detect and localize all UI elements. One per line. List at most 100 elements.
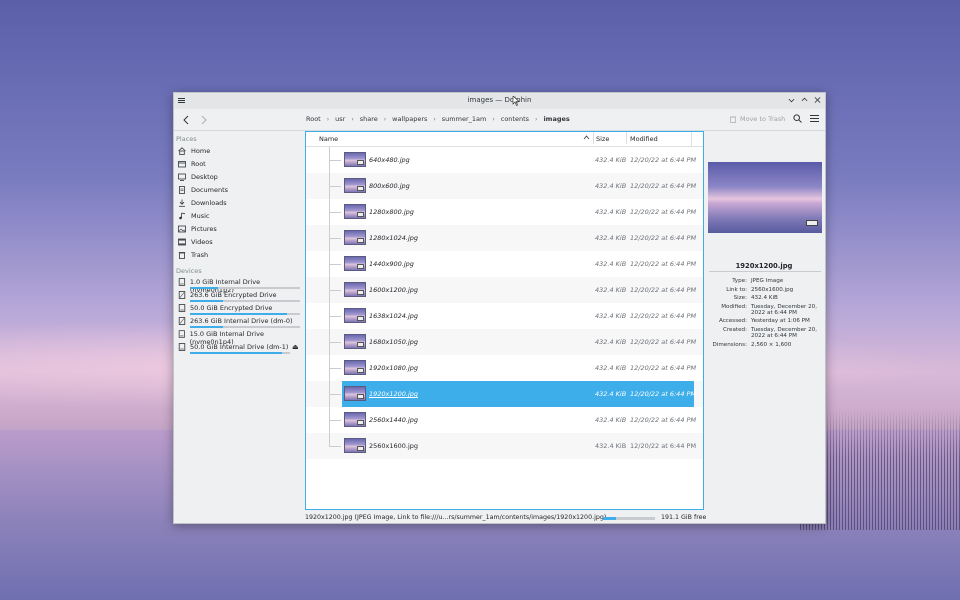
preview-image [708, 162, 822, 233]
column-divider [691, 132, 692, 147]
table-row[interactable]: 800x600.jpg 432.4 KiB 12/20/22 at 6:44 PM [306, 173, 703, 199]
table-row[interactable]: 2560x1600.jpg 432.4 KiB 12/20/22 at 6:44 P… [306, 433, 703, 459]
device-item[interactable]: 50.0 GiB Internal Drive (dm-1) ⏏ [174, 341, 304, 354]
file-modified: 12/20/22 at 6:44 PM [630, 390, 697, 398]
file-name: 1280x1024.jpg [369, 234, 419, 242]
device-label: 50.0 GiB Encrypted Drive [190, 304, 273, 312]
info-key: Modified: [721, 303, 747, 310]
file-view[interactable]: Name Size Modified 640x480.jpg 432.4 KiB 1… [305, 131, 704, 510]
place-videos[interactable]: Videos [174, 235, 304, 248]
pictures-icon [178, 225, 186, 232]
image-thumbnail-icon [344, 282, 366, 297]
image-thumbnail-icon [344, 334, 366, 349]
table-row[interactable]: 1920x1080.jpg 432.4 KiB 12/20/22 at 6:44 P… [306, 355, 703, 381]
breadcrumb-wallpapers[interactable]: wallpapers [392, 115, 427, 123]
info-key: Created: [722, 326, 747, 333]
place-desktop[interactable]: Desktop [174, 170, 304, 183]
table-row[interactable]: 640x480.jpg 432.4 KiB 12/20/22 at 6:44 PM [306, 147, 703, 173]
table-row[interactable]: 1280x800.jpg 432.4 KiB 12/20/22 at 6:44 PM [306, 199, 703, 225]
image-thumbnail-icon [344, 360, 366, 375]
back-icon[interactable] [182, 115, 192, 125]
forward-icon[interactable] [199, 115, 209, 125]
breadcrumb-usr[interactable]: usr [335, 115, 345, 123]
table-row[interactable]: 1680x1050.jpg 432.4 KiB 12/20/22 at 6:44 P… [306, 329, 703, 355]
image-thumbnail-icon [344, 230, 366, 245]
file-modified: 12/20/22 at 6:44 PM [630, 364, 697, 372]
tree-line [329, 316, 341, 317]
place-pictures[interactable]: Pictures [174, 222, 304, 235]
place-root[interactable]: Root [174, 157, 304, 170]
home-icon [178, 146, 186, 155]
info-value: Tuesday, December 20, 2022 at 6:44 PM [751, 326, 817, 339]
table-row[interactable]: 1638x1024.jpg 432.4 KiB 12/20/22 at 6:44 P… [306, 303, 703, 329]
tree-line [329, 433, 330, 446]
file-size: 432.4 KiB [595, 156, 627, 164]
device-item[interactable]: 263.6 GiB Internal Drive (dm-0) [174, 315, 304, 328]
tree-line [329, 394, 341, 395]
place-music[interactable]: Music [174, 209, 304, 222]
status-text: 1920x1200.jpg (JPEG Image, Link to file:… [305, 514, 607, 521]
encrypted-drive-icon [178, 317, 186, 325]
maximize-icon[interactable] [801, 96, 808, 104]
breadcrumb-summer[interactable]: summer_1am [442, 115, 487, 123]
breadcrumb-images[interactable]: images [543, 115, 569, 123]
file-name: 1600x1200.jpg [369, 286, 419, 294]
window-title: images — Dolphin [467, 96, 532, 104]
file-modified: 12/20/22 at 6:44 PM [630, 442, 697, 450]
file-name: 1920x1080.jpg [369, 364, 419, 372]
info-row: Modified: Tuesday, December 20, 2022 at 6… [707, 304, 823, 316]
info-row: Created: Tuesday, December 20, 2022 at 6:… [707, 327, 823, 339]
info-value: Tuesday, December 20, 2022 at 6:44 PM [751, 303, 817, 316]
title-bar[interactable]: images — Dolphin [174, 93, 825, 109]
info-key: Accessed: [718, 318, 747, 325]
table-row[interactable]: 1600x1200.jpg 432.4 KiB 12/20/22 at 6:44 P… [306, 277, 703, 303]
minimize-icon[interactable] [788, 96, 795, 104]
table-row-selected[interactable]: 1920x1200.jpg 432.4 KiB 12/20/22 at 6:44 P… [306, 381, 703, 407]
chevron-right-icon: › [535, 115, 538, 123]
table-row[interactable]: 1280x1024.jpg 432.4 KiB 12/20/22 at 6:44 P… [306, 225, 703, 251]
info-row: Dimensions: 2,560 × 1,600 [707, 342, 823, 348]
chevron-right-icon: › [351, 115, 354, 123]
hamburger-menu-icon[interactable] [810, 114, 819, 123]
close-icon[interactable] [814, 96, 821, 104]
place-downloads[interactable]: Downloads [174, 196, 304, 209]
device-item[interactable]: 1.0 GiB Internal Drive (nvme0n1p2) [174, 276, 304, 294]
eject-icon[interactable]: ⏏ [292, 343, 299, 351]
column-size[interactable]: Size [593, 132, 609, 144]
device-item[interactable]: 50.0 GiB Encrypted Drive [174, 302, 304, 315]
free-space-bar[interactable] [603, 517, 655, 520]
table-row[interactable]: 2560x1440.jpg 432.4 KiB 12/20/22 at 6:44 P… [306, 407, 703, 433]
table-row[interactable]: 1440x900.jpg 432.4 KiB 12/20/22 at 6:44 PM [306, 251, 703, 277]
file-list: 640x480.jpg 432.4 KiB 12/20/22 at 6:44 PM 8… [306, 147, 703, 459]
info-properties: Type: JPEG Image Link to: 2560x1600.jpg Size… [707, 278, 823, 350]
place-label: Pictures [191, 224, 217, 233]
move-to-trash-button[interactable]: Move to Trash [730, 115, 785, 123]
place-label: Desktop [191, 172, 218, 181]
file-name: 1680x1050.jpg [369, 338, 419, 346]
place-home[interactable]: Home [174, 144, 304, 157]
breadcrumb-share[interactable]: share [360, 115, 378, 123]
drive-icon [178, 304, 186, 312]
file-modified: 12/20/22 at 6:44 PM [630, 182, 697, 190]
file-size: 432.4 KiB [595, 182, 627, 190]
info-row: Size: 432.4 KiB [707, 295, 823, 301]
image-thumbnail-icon [344, 204, 366, 219]
place-label: Videos [191, 237, 213, 246]
tree-line [329, 238, 341, 239]
status-bar: 1920x1200.jpg (JPEG Image, Link to file:… [305, 514, 825, 524]
file-name: 2560x1600.jpg [369, 442, 419, 450]
chevron-right-icon: › [326, 115, 330, 123]
image-thumbnail-icon [344, 308, 366, 323]
place-trash[interactable]: Trash [174, 248, 304, 261]
tree-line [329, 420, 341, 421]
device-item[interactable]: 263.6 GiB Encrypted Drive [174, 289, 304, 302]
search-icon[interactable] [793, 114, 802, 123]
sort-ascending-icon[interactable] [583, 134, 590, 141]
breadcrumb-contents[interactable]: contents [501, 115, 529, 123]
column-name[interactable]: Name [319, 135, 338, 143]
breadcrumb-root[interactable]: Root [306, 115, 321, 123]
place-documents[interactable]: Documents [174, 183, 304, 196]
divider [709, 271, 821, 272]
device-item[interactable]: 15.0 GiB Internal Drive (nvme0n1p4) [174, 328, 304, 346]
column-modified[interactable]: Modified [626, 132, 658, 144]
